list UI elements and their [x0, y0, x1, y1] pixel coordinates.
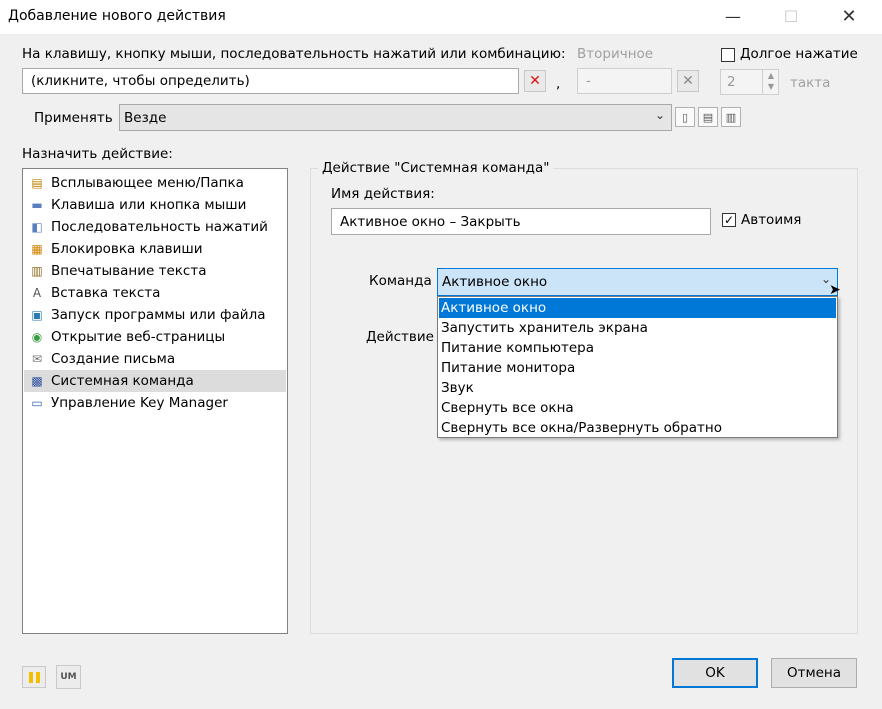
action-name-field[interactable]: Активное окно – Закрыть: [331, 208, 711, 235]
copy-icon[interactable]: ▥: [721, 107, 741, 127]
new-document-icon[interactable]: ▯: [675, 107, 695, 127]
clear-primary-button[interactable]: ✕: [524, 70, 546, 92]
folder-menu-icon: ▤: [31, 176, 43, 190]
action-group-title: Действие "Системная команда": [318, 160, 554, 176]
command-option[interactable]: Питание компьютера: [439, 338, 836, 358]
command-dropdown-list[interactable]: Активное окно Запустить хранитель экрана П…: [437, 296, 838, 438]
action-type-item[interactable]: ▩ Системная команда: [24, 370, 286, 392]
chevron-down-icon: ⌄: [654, 108, 665, 122]
command-option[interactable]: Свернуть все окна/Развернуть обратно: [439, 418, 836, 438]
um-logo-text: UM: [60, 672, 77, 682]
close-button[interactable]: ✕: [826, 0, 872, 32]
long-press-checkbox[interactable]: [721, 48, 735, 62]
action-type-label: Клавиша или кнопка мыши: [51, 197, 247, 213]
minimize-button[interactable]: —: [710, 0, 756, 32]
action-type-item[interactable]: ▬ Клавиша или кнопка мыши: [24, 194, 286, 216]
command-label: Команда: [369, 273, 432, 289]
autoname-label: Автоимя: [741, 212, 802, 228]
ticks-label: такта: [790, 75, 831, 91]
action-type-item[interactable]: ◉ Открытие веб-страницы: [24, 326, 286, 348]
edit-icon[interactable]: ▤: [698, 107, 718, 127]
command-option[interactable]: Свернуть все окна: [439, 398, 836, 418]
secondary-hotkey-field[interactable]: -: [577, 68, 672, 94]
window-title: Добавление нового действия: [8, 8, 226, 24]
keys-sequence-icon: ◧: [31, 220, 43, 234]
key-icon: ▬: [31, 198, 43, 212]
long-press-count-value: 2: [727, 74, 736, 90]
command-option[interactable]: Активное окно: [439, 298, 836, 318]
stepper-arrows[interactable]: ▲ ▼: [762, 70, 779, 94]
apply-label: Применять: [34, 110, 113, 126]
pause-icon[interactable]: [22, 666, 46, 688]
ok-button[interactable]: OK: [672, 658, 758, 688]
action-type-label: Запуск программы или файла: [51, 307, 266, 323]
maximize-button[interactable]: ☐: [768, 0, 814, 32]
title-bar: Добавление нового действия — ☐ ✕: [0, 0, 882, 35]
action-name-label: Имя действия:: [331, 186, 435, 202]
action-type-item[interactable]: ▣ Запуск программы или файла: [24, 304, 286, 326]
hotkey-separator: ,: [556, 76, 561, 92]
action-type-item[interactable]: ▦ Блокировка клавиши: [24, 238, 286, 260]
apply-scope-value: Везде: [124, 109, 167, 126]
type-text-icon: ▥: [31, 264, 43, 278]
clear-secondary-button[interactable]: ✕: [677, 70, 699, 92]
command-value: Активное окно: [442, 274, 548, 290]
action-type-item[interactable]: ▥ Впечатывание текста: [24, 260, 286, 282]
secondary-label: Вторичное: [577, 46, 654, 62]
action-type-item[interactable]: ▤ Всплывающее меню/Папка: [24, 172, 286, 194]
primary-hotkey-field[interactable]: (кликните, чтобы определить): [22, 68, 519, 94]
paste-text-icon: A: [32, 286, 42, 300]
action-type-item[interactable]: ✉ Создание письма: [24, 348, 286, 370]
hotkey-prompt: На клавишу, кнопку мыши, последовательно…: [22, 46, 566, 62]
command-option[interactable]: Звук: [439, 378, 836, 398]
run-program-icon: ▣: [31, 308, 43, 322]
action-type-item[interactable]: ▭ Управление Key Manager: [24, 392, 286, 414]
autoname-checkbox[interactable]: ✓: [722, 213, 736, 227]
action-type-item[interactable]: A Вставка текста: [24, 282, 286, 304]
action-type-list[interactable]: ▤ Всплывающее меню/Папка ▬ Клавиша или кноп…: [22, 168, 288, 634]
action-label: Действие: [366, 329, 434, 345]
action-type-label: Управление Key Manager: [51, 395, 228, 411]
action-type-label: Вставка текста: [51, 285, 161, 301]
action-type-label: Открытие веб-страницы: [51, 329, 226, 345]
globe-icon: ◉: [31, 330, 43, 344]
command-option[interactable]: Питание монитора: [439, 358, 836, 378]
apply-scope-select[interactable]: Везде ⌄: [119, 104, 672, 131]
lock-key-icon: ▦: [31, 242, 43, 256]
command-option[interactable]: Запустить хранитель экрана: [439, 318, 836, 338]
action-type-label: Всплывающее меню/Папка: [51, 175, 244, 191]
action-type-label: Последовательность нажатий: [51, 219, 268, 235]
action-type-label: Создание письма: [51, 351, 176, 367]
action-type-label: Впечатывание текста: [51, 263, 207, 279]
cancel-button[interactable]: Отмена: [771, 658, 857, 688]
long-press-label: Долгое нажатие: [740, 46, 858, 62]
system-command-icon: ▩: [31, 374, 43, 388]
assign-action-label: Назначить действие:: [22, 146, 173, 162]
envelope-icon: ✉: [31, 352, 43, 366]
command-select[interactable]: Активное окно ⌄: [437, 268, 838, 296]
action-type-label: Блокировка клавиши: [51, 241, 203, 257]
action-type-item[interactable]: ◧ Последовательность нажатий: [24, 216, 286, 238]
key-manager-icon: ▭: [31, 396, 43, 410]
action-type-label: Системная команда: [51, 373, 194, 389]
um-logo-icon[interactable]: UM: [56, 665, 81, 689]
